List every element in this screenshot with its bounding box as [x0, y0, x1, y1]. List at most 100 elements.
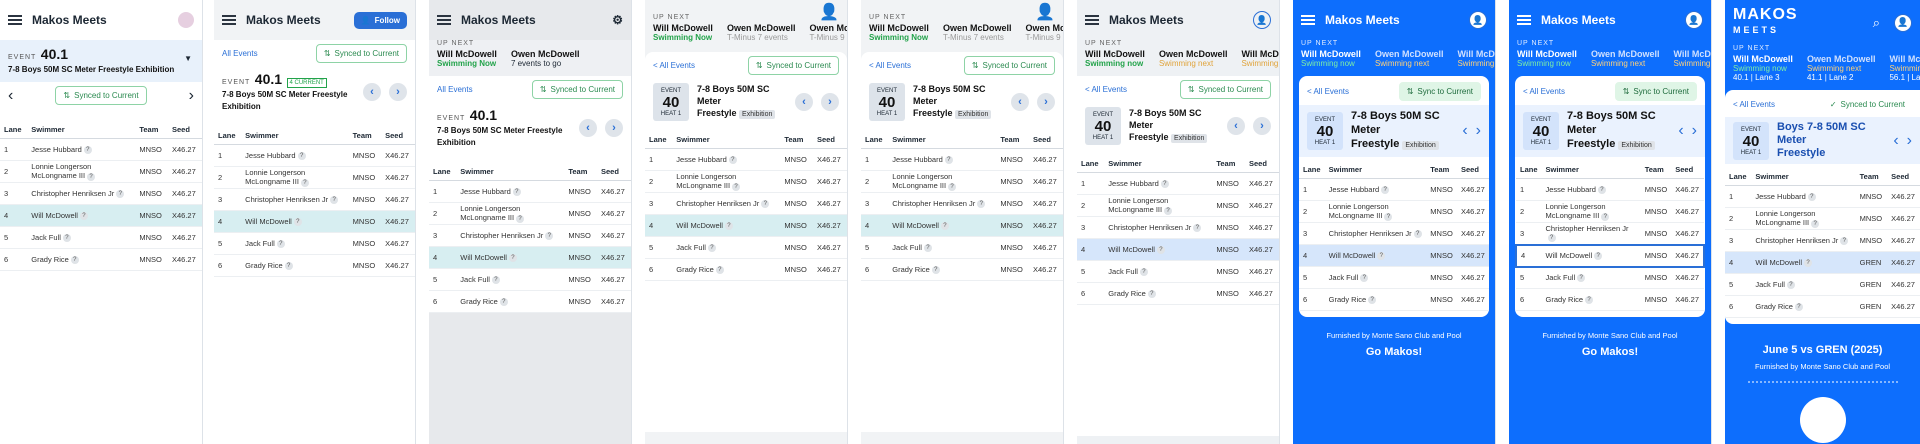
synced-button[interactable]: ✓ Synced to Current — [1823, 96, 1912, 113]
info-icon[interactable]: ? — [508, 254, 517, 262]
table-row[interactable]: 3 Christopher Henriksen Jr? MNSO X46.27 — [1077, 216, 1279, 239]
info-icon[interactable]: ? — [1807, 193, 1816, 201]
info-icon[interactable]: ? — [516, 214, 525, 223]
menu-icon[interactable] — [1085, 15, 1099, 25]
info-icon[interactable]: ? — [977, 200, 986, 208]
info-icon[interactable]: ? — [732, 182, 741, 191]
table-row[interactable]: 6 Grady Rice? GREN X46.27 — [1725, 295, 1920, 318]
next-arrow-icon[interactable]: › — [1692, 122, 1697, 140]
info-icon[interactable]: ? — [330, 196, 339, 204]
table-row[interactable]: 6 Grady Rice? MNSO X46.27 — [1077, 282, 1279, 305]
table-row[interactable]: 1 Jesse Hubbard? MNSO X46.27 — [861, 148, 1063, 171]
sync-button[interactable]: ⇅ Sync to Current — [1398, 82, 1481, 101]
all-events-link[interactable]: < All Events — [1523, 87, 1565, 96]
person-icon[interactable]: 👤 — [1035, 2, 1055, 22]
info-icon[interactable]: ? — [1156, 246, 1165, 254]
table-row[interactable]: 5 Jack Full? MNSO X46.27 — [0, 226, 202, 249]
info-icon[interactable]: ? — [62, 234, 71, 242]
table-row[interactable]: 4 Will McDowell? MNSO X46.27 — [1515, 243, 1705, 268]
info-icon[interactable]: ? — [761, 200, 770, 208]
prev-arrow-icon[interactable]: ‹ — [1011, 93, 1029, 111]
synced-button[interactable]: ⇅ Synced to Current — [55, 86, 147, 105]
table-row[interactable]: 3 Christopher Henriksen Jr? MNSO X46.27 — [429, 224, 631, 247]
menu-icon[interactable] — [437, 15, 451, 25]
table-row[interactable]: 2 Lonnie Longerson McLongname III? MNSO X… — [1725, 207, 1920, 230]
prev-arrow-icon[interactable]: ‹ — [1227, 117, 1245, 135]
menu-icon[interactable] — [222, 15, 236, 25]
info-icon[interactable]: ? — [83, 146, 92, 154]
info-icon[interactable]: ? — [1585, 296, 1594, 304]
table-row[interactable]: 4 Will McDowell? MNSO X46.27 — [0, 204, 202, 227]
info-icon[interactable]: ? — [1577, 274, 1586, 283]
table-row[interactable]: 5 Jack Full? MNSO X46.27 — [1516, 266, 1704, 289]
info-icon[interactable]: ? — [1193, 224, 1202, 232]
info-icon[interactable]: ? — [545, 232, 554, 240]
table-row[interactable]: 1 Jesse Hubbard? MNSO X46.27 — [1725, 185, 1920, 208]
next-arrow-icon[interactable]: › — [821, 93, 839, 111]
table-row[interactable]: 1 Jesse Hubbard? MNSO X46.27 — [1299, 178, 1489, 201]
table-row[interactable]: 1 Jesse Hubbard? MNSO X46.27 — [0, 138, 202, 161]
info-icon[interactable]: ? — [1139, 268, 1148, 276]
table-row[interactable]: 4 Will McDowell? GREN X46.27 — [1725, 251, 1920, 274]
table-row[interactable]: 4 Will McDowell? MNSO X46.27 — [1299, 244, 1489, 267]
table-row[interactable]: 1 Jesse Hubbard? MNSO X46.27 — [1516, 178, 1704, 201]
table-row[interactable]: 4 Will McDowell? MNSO X46.27 — [861, 214, 1063, 237]
prev-arrow-icon[interactable]: ‹ — [1462, 122, 1467, 140]
prev-arrow-icon[interactable]: ‹ — [579, 119, 597, 137]
info-icon[interactable]: ? — [1601, 212, 1610, 221]
synced-button[interactable]: ⇅ Synced to Current — [747, 56, 839, 75]
info-icon[interactable]: ? — [1377, 252, 1386, 260]
next-arrow-icon[interactable]: › — [1037, 93, 1055, 111]
synced-button[interactable]: ⇅ Synced to Current — [315, 44, 407, 63]
info-icon[interactable]: ? — [715, 266, 724, 274]
info-icon[interactable]: ? — [1381, 186, 1390, 194]
info-icon[interactable]: ? — [297, 152, 306, 160]
table-row[interactable]: 1 Jesse Hubbard? MNSO X46.27 — [1077, 172, 1279, 195]
table-row[interactable]: 3 Christopher Henriksen Jr? MNSO X46.27 — [1725, 229, 1920, 252]
info-icon[interactable]: ? — [1164, 206, 1173, 215]
info-icon[interactable]: ? — [923, 244, 932, 252]
table-row[interactable]: 5 Jack Full? MNSO X46.27 — [1299, 266, 1489, 289]
info-icon[interactable]: ? — [512, 188, 521, 196]
prev-icon[interactable]: ‹ — [8, 87, 13, 105]
info-icon[interactable]: ? — [276, 240, 285, 248]
menu-icon[interactable] — [1301, 15, 1315, 25]
table-row[interactable]: 3 Christopher Henriksen Jr? MNSO X46.27 — [1516, 222, 1704, 245]
info-icon[interactable]: ? — [293, 218, 302, 226]
next-arrow-icon[interactable]: › — [1476, 122, 1481, 140]
info-icon[interactable]: ? — [948, 182, 957, 191]
info-icon[interactable]: ? — [944, 156, 953, 164]
all-events-link[interactable]: < All Events — [1085, 85, 1127, 94]
person-icon[interactable]: 👤 — [1253, 11, 1271, 29]
table-row[interactable]: 3 Christopher Henriksen Jr? MNSO X46.27 — [214, 188, 415, 211]
table-row[interactable]: 6 Grady Rice? MNSO X46.27 — [1516, 288, 1704, 311]
info-icon[interactable]: ? — [1547, 234, 1556, 243]
synced-button[interactable]: ⇅ Synced to Current — [1179, 80, 1271, 99]
table-row[interactable]: 5 Jack Full? MNSO X46.27 — [1077, 260, 1279, 283]
table-row[interactable]: 2 Lonnie Longerson McLongname III? MNSO X… — [1077, 194, 1279, 217]
info-icon[interactable]: ? — [1147, 290, 1156, 298]
event-selector[interactable]: EVENT 40.1 7-8 Boys 50M SC Meter Freesty… — [0, 40, 202, 82]
table-row[interactable]: 3 Christopher Henriksen Jr? MNSO X46.27 — [861, 192, 1063, 215]
prev-arrow-icon[interactable]: ‹ — [1678, 122, 1683, 140]
gear-icon[interactable]: ⚙ — [612, 13, 623, 27]
next-icon[interactable]: › — [189, 87, 194, 105]
info-icon[interactable]: ? — [491, 276, 500, 284]
all-events-link[interactable]: < All Events — [1733, 100, 1775, 109]
info-icon[interactable]: ? — [707, 244, 716, 252]
menu-icon[interactable] — [8, 15, 22, 25]
follow-button[interactable]: 👤 Follow — [353, 11, 407, 29]
next-arrow-icon[interactable]: › — [605, 119, 623, 137]
info-icon[interactable]: ? — [940, 222, 949, 230]
prev-arrow-icon[interactable]: ‹ — [795, 93, 813, 111]
table-row[interactable]: 2 Lonnie Longerson McLongname III? MNSO X… — [1516, 200, 1704, 223]
table-row[interactable]: 5 Jack Full? MNSO X46.27 — [645, 236, 847, 259]
table-row[interactable]: 2 Lonnie Longerson McLongname III? MNSO X… — [1299, 200, 1489, 223]
table-row[interactable]: 5 Jack Full? MNSO X46.27 — [861, 236, 1063, 259]
table-row[interactable]: 6 Grady Rice? MNSO X46.27 — [645, 258, 847, 281]
menu-icon[interactable] — [1517, 15, 1531, 25]
table-row[interactable]: 3 Christopher Henriksen Jr? MNSO X46.27 — [645, 192, 847, 215]
all-events-link[interactable]: < All Events — [1307, 87, 1349, 96]
table-row[interactable]: 3 Christopher Henriksen Jr? MNSO X46.27 — [0, 182, 202, 205]
prev-arrow-icon[interactable]: ‹ — [1893, 132, 1898, 150]
